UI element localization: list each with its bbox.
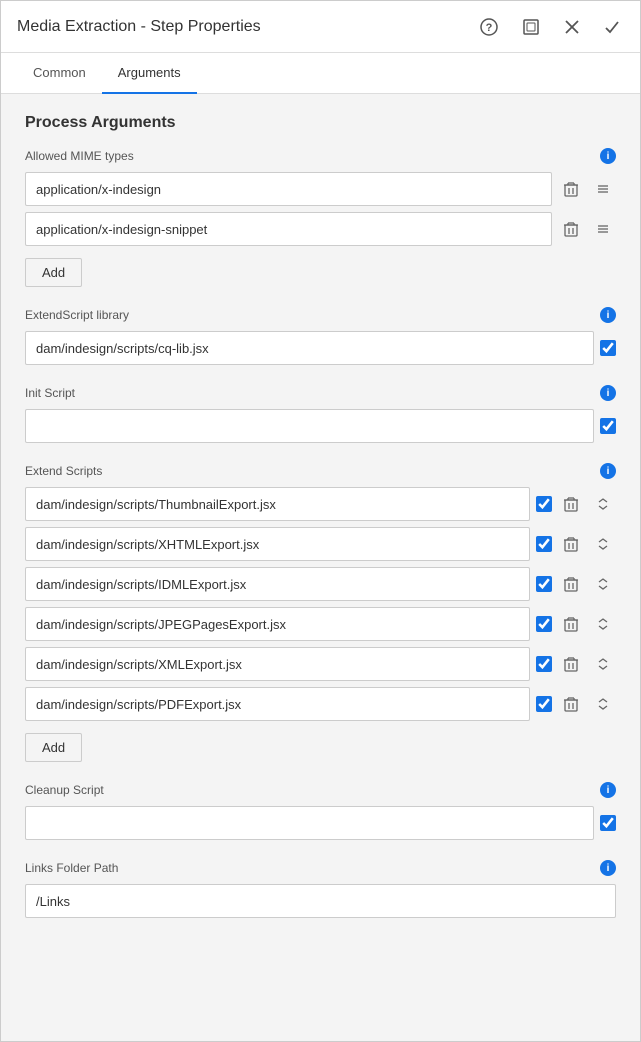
extendscript-library-info-icon[interactable]: i <box>600 307 616 323</box>
extend-script-delete-4[interactable] <box>558 652 584 676</box>
links-folder-path-label: Links Folder Path i <box>25 860 616 876</box>
extend-script-input-0[interactable] <box>25 487 530 521</box>
extend-script-reorder-5[interactable] <box>590 693 616 715</box>
confirm-button[interactable] <box>600 15 624 39</box>
init-script-input[interactable] <box>25 409 594 443</box>
allowed-mime-types-label: Allowed MIME types i <box>25 148 616 164</box>
init-script-info-icon[interactable]: i <box>600 385 616 401</box>
window: Media Extraction - Step Properties ? <box>0 0 641 1042</box>
extend-script-input-2[interactable] <box>25 567 530 601</box>
extend-scripts-group: Extend Scripts i <box>25 463 616 762</box>
extend-script-delete-0[interactable] <box>558 492 584 516</box>
extend-scripts-label-text: Extend Scripts <box>25 464 102 478</box>
extend-script-checkbox-1[interactable] <box>536 536 552 552</box>
extendscript-library-group: ExtendScript library i <box>25 307 616 365</box>
init-script-row <box>25 409 616 443</box>
cleanup-script-group: Cleanup Script i <box>25 782 616 840</box>
mime-type-input-1[interactable] <box>25 212 552 246</box>
extend-script-reorder-2[interactable] <box>590 573 616 595</box>
extend-script-reorder-1[interactable] <box>590 533 616 555</box>
extend-script-reorder-3[interactable] <box>590 613 616 635</box>
links-folder-path-group: Links Folder Path i <box>25 860 616 918</box>
extend-script-input-4[interactable] <box>25 647 530 681</box>
cleanup-script-label: Cleanup Script i <box>25 782 616 798</box>
extend-script-reorder-4[interactable] <box>590 653 616 675</box>
extend-script-checkbox-5[interactable] <box>536 696 552 712</box>
extend-script-row-1 <box>25 527 616 561</box>
tab-common[interactable]: Common <box>17 53 102 94</box>
extend-script-checkbox-4[interactable] <box>536 656 552 672</box>
extendscript-library-label-text: ExtendScript library <box>25 308 129 322</box>
init-script-checkbox[interactable] <box>600 418 616 434</box>
extendscript-library-input[interactable] <box>25 331 594 365</box>
content-area: Process Arguments Allowed MIME types i <box>1 94 640 1041</box>
section-title: Process Arguments <box>25 114 616 132</box>
extend-scripts-info-icon[interactable]: i <box>600 463 616 479</box>
extend-script-input-5[interactable] <box>25 687 530 721</box>
links-folder-path-label-text: Links Folder Path <box>25 861 118 875</box>
init-script-label: Init Script i <box>25 385 616 401</box>
extendscript-library-label: ExtendScript library i <box>25 307 616 323</box>
tab-arguments[interactable]: Arguments <box>102 53 197 94</box>
cleanup-script-label-text: Cleanup Script <box>25 783 104 797</box>
init-script-label-text: Init Script <box>25 386 75 400</box>
links-folder-path-info-icon[interactable]: i <box>600 860 616 876</box>
extend-scripts-label: Extend Scripts i <box>25 463 616 479</box>
window-title: Media Extraction - Step Properties <box>17 18 261 36</box>
mime-type-add-button[interactable]: Add <box>25 258 82 287</box>
close-button[interactable] <box>560 15 584 39</box>
extendscript-library-checkbox[interactable] <box>600 340 616 356</box>
extend-scripts-add-button[interactable]: Add <box>25 733 82 762</box>
extend-script-delete-1[interactable] <box>558 532 584 556</box>
mime-type-delete-1[interactable] <box>558 217 584 241</box>
extend-script-row-3 <box>25 607 616 641</box>
extend-script-delete-3[interactable] <box>558 612 584 636</box>
mime-type-delete-0[interactable] <box>558 177 584 201</box>
extend-script-row-0 <box>25 487 616 521</box>
extend-script-checkbox-2[interactable] <box>536 576 552 592</box>
extend-script-delete-2[interactable] <box>558 572 584 596</box>
svg-text:?: ? <box>486 22 493 34</box>
help-button[interactable]: ? <box>476 14 502 40</box>
extend-script-delete-5[interactable] <box>558 692 584 716</box>
cleanup-script-row <box>25 806 616 840</box>
links-folder-path-row <box>25 884 616 918</box>
mime-type-reorder-0[interactable] <box>590 178 616 200</box>
cleanup-script-info-icon[interactable]: i <box>600 782 616 798</box>
extend-script-row-4 <box>25 647 616 681</box>
links-folder-path-input[interactable] <box>25 884 616 918</box>
extend-script-checkbox-0[interactable] <box>536 496 552 512</box>
window-button[interactable] <box>518 14 544 40</box>
title-bar: Media Extraction - Step Properties ? <box>1 1 640 53</box>
allowed-mime-types-info-icon[interactable]: i <box>600 148 616 164</box>
extend-script-row-2 <box>25 567 616 601</box>
mime-type-row-1 <box>25 212 616 246</box>
extend-script-row-5 <box>25 687 616 721</box>
extend-script-checkbox-3[interactable] <box>536 616 552 632</box>
tabs-bar: Common Arguments <box>1 53 640 94</box>
extend-script-input-1[interactable] <box>25 527 530 561</box>
extend-script-reorder-0[interactable] <box>590 493 616 515</box>
init-script-group: Init Script i <box>25 385 616 443</box>
extend-script-input-3[interactable] <box>25 607 530 641</box>
allowed-mime-types-group: Allowed MIME types i <box>25 148 616 287</box>
cleanup-script-checkbox[interactable] <box>600 815 616 831</box>
mime-type-row-0 <box>25 172 616 206</box>
cleanup-script-input[interactable] <box>25 806 594 840</box>
extendscript-library-row <box>25 331 616 365</box>
mime-type-reorder-1[interactable] <box>590 218 616 240</box>
title-bar-actions: ? <box>476 14 624 40</box>
allowed-mime-types-label-text: Allowed MIME types <box>25 149 134 163</box>
mime-type-input-0[interactable] <box>25 172 552 206</box>
